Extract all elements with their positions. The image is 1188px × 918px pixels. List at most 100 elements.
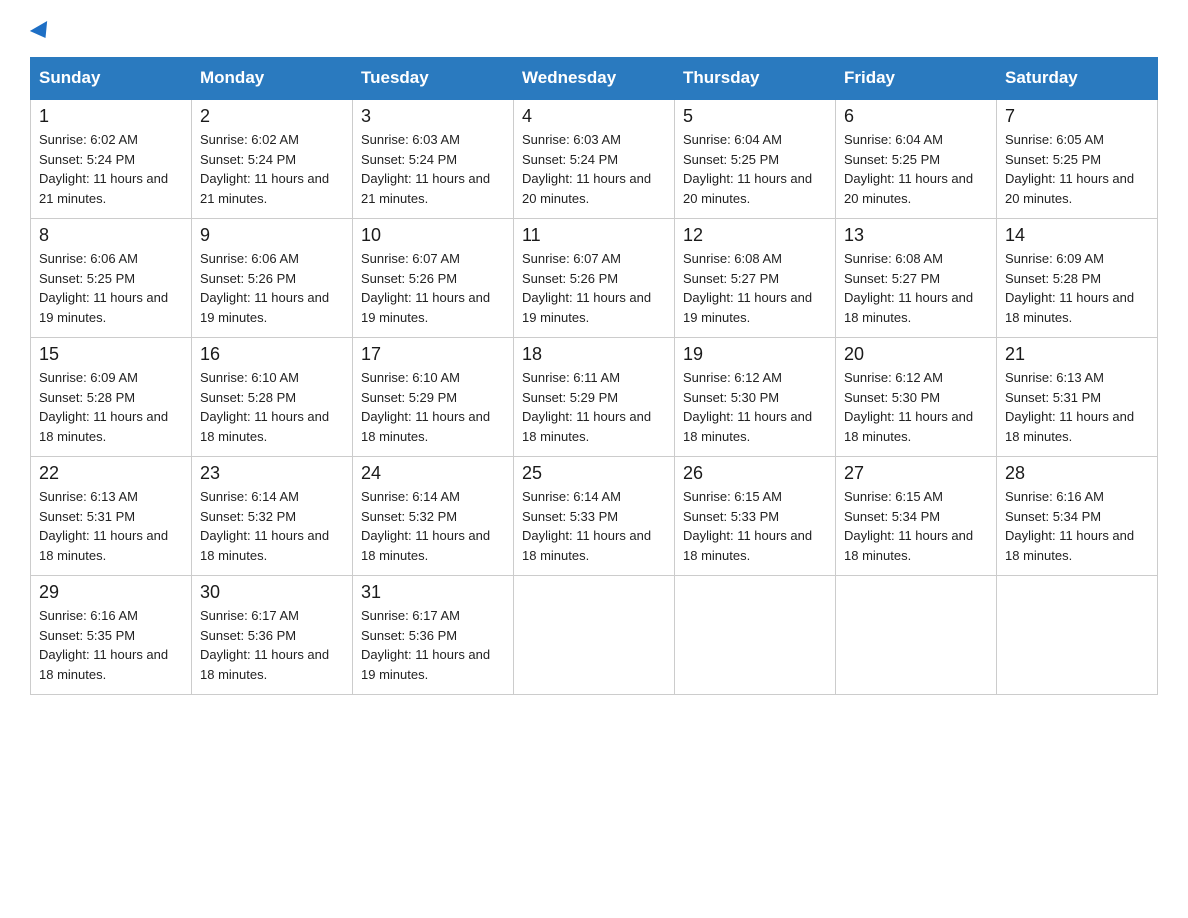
day-info: Sunrise: 6:02 AMSunset: 5:24 PMDaylight:… [39,130,183,208]
day-number: 2 [200,106,344,127]
day-info: Sunrise: 6:10 AMSunset: 5:29 PMDaylight:… [361,368,505,446]
calendar-cell: 28 Sunrise: 6:16 AMSunset: 5:34 PMDaylig… [997,457,1158,576]
day-number: 6 [844,106,988,127]
day-info: Sunrise: 6:07 AMSunset: 5:26 PMDaylight:… [361,249,505,327]
calendar-cell: 27 Sunrise: 6:15 AMSunset: 5:34 PMDaylig… [836,457,997,576]
header-sunday: Sunday [31,58,192,100]
calendar-cell: 25 Sunrise: 6:14 AMSunset: 5:33 PMDaylig… [514,457,675,576]
day-number: 13 [844,225,988,246]
day-number: 20 [844,344,988,365]
day-info: Sunrise: 6:06 AMSunset: 5:26 PMDaylight:… [200,249,344,327]
header-thursday: Thursday [675,58,836,100]
day-number: 29 [39,582,183,603]
calendar-cell: 21 Sunrise: 6:13 AMSunset: 5:31 PMDaylig… [997,338,1158,457]
day-number: 21 [1005,344,1149,365]
calendar-cell: 11 Sunrise: 6:07 AMSunset: 5:26 PMDaylig… [514,219,675,338]
day-number: 22 [39,463,183,484]
calendar-cell: 2 Sunrise: 6:02 AMSunset: 5:24 PMDayligh… [192,99,353,219]
day-info: Sunrise: 6:02 AMSunset: 5:24 PMDaylight:… [200,130,344,208]
calendar-cell: 5 Sunrise: 6:04 AMSunset: 5:25 PMDayligh… [675,99,836,219]
day-info: Sunrise: 6:03 AMSunset: 5:24 PMDaylight:… [361,130,505,208]
calendar-cell: 1 Sunrise: 6:02 AMSunset: 5:24 PMDayligh… [31,99,192,219]
calendar-cell [514,576,675,695]
day-number: 1 [39,106,183,127]
calendar-cell: 30 Sunrise: 6:17 AMSunset: 5:36 PMDaylig… [192,576,353,695]
header-friday: Friday [836,58,997,100]
day-number: 10 [361,225,505,246]
calendar-week-row: 29 Sunrise: 6:16 AMSunset: 5:35 PMDaylig… [31,576,1158,695]
header-tuesday: Tuesday [353,58,514,100]
calendar-cell: 16 Sunrise: 6:10 AMSunset: 5:28 PMDaylig… [192,338,353,457]
day-number: 28 [1005,463,1149,484]
calendar-cell: 31 Sunrise: 6:17 AMSunset: 5:36 PMDaylig… [353,576,514,695]
header-saturday: Saturday [997,58,1158,100]
logo-arrow-icon [30,21,54,43]
day-info: Sunrise: 6:15 AMSunset: 5:33 PMDaylight:… [683,487,827,565]
day-info: Sunrise: 6:08 AMSunset: 5:27 PMDaylight:… [683,249,827,327]
calendar-cell: 3 Sunrise: 6:03 AMSunset: 5:24 PMDayligh… [353,99,514,219]
calendar-cell: 20 Sunrise: 6:12 AMSunset: 5:30 PMDaylig… [836,338,997,457]
calendar-cell: 13 Sunrise: 6:08 AMSunset: 5:27 PMDaylig… [836,219,997,338]
page-header [30,20,1158,39]
day-info: Sunrise: 6:06 AMSunset: 5:25 PMDaylight:… [39,249,183,327]
day-info: Sunrise: 6:16 AMSunset: 5:35 PMDaylight:… [39,606,183,684]
day-info: Sunrise: 6:14 AMSunset: 5:32 PMDaylight:… [361,487,505,565]
calendar-cell: 29 Sunrise: 6:16 AMSunset: 5:35 PMDaylig… [31,576,192,695]
day-info: Sunrise: 6:12 AMSunset: 5:30 PMDaylight:… [683,368,827,446]
calendar-cell: 24 Sunrise: 6:14 AMSunset: 5:32 PMDaylig… [353,457,514,576]
day-number: 16 [200,344,344,365]
day-info: Sunrise: 6:16 AMSunset: 5:34 PMDaylight:… [1005,487,1149,565]
day-number: 4 [522,106,666,127]
day-info: Sunrise: 6:17 AMSunset: 5:36 PMDaylight:… [361,606,505,684]
calendar-cell [675,576,836,695]
calendar-cell: 22 Sunrise: 6:13 AMSunset: 5:31 PMDaylig… [31,457,192,576]
day-info: Sunrise: 6:04 AMSunset: 5:25 PMDaylight:… [683,130,827,208]
day-number: 11 [522,225,666,246]
calendar-cell: 4 Sunrise: 6:03 AMSunset: 5:24 PMDayligh… [514,99,675,219]
day-number: 25 [522,463,666,484]
day-number: 8 [39,225,183,246]
day-info: Sunrise: 6:13 AMSunset: 5:31 PMDaylight:… [1005,368,1149,446]
calendar-cell: 10 Sunrise: 6:07 AMSunset: 5:26 PMDaylig… [353,219,514,338]
calendar-week-row: 1 Sunrise: 6:02 AMSunset: 5:24 PMDayligh… [31,99,1158,219]
day-number: 23 [200,463,344,484]
calendar-cell: 26 Sunrise: 6:15 AMSunset: 5:33 PMDaylig… [675,457,836,576]
day-info: Sunrise: 6:17 AMSunset: 5:36 PMDaylight:… [200,606,344,684]
day-number: 31 [361,582,505,603]
day-number: 18 [522,344,666,365]
calendar-cell: 7 Sunrise: 6:05 AMSunset: 5:25 PMDayligh… [997,99,1158,219]
day-number: 12 [683,225,827,246]
calendar-cell [997,576,1158,695]
day-number: 24 [361,463,505,484]
calendar-cell: 6 Sunrise: 6:04 AMSunset: 5:25 PMDayligh… [836,99,997,219]
day-info: Sunrise: 6:09 AMSunset: 5:28 PMDaylight:… [39,368,183,446]
day-number: 5 [683,106,827,127]
day-number: 14 [1005,225,1149,246]
day-info: Sunrise: 6:15 AMSunset: 5:34 PMDaylight:… [844,487,988,565]
day-info: Sunrise: 6:12 AMSunset: 5:30 PMDaylight:… [844,368,988,446]
day-number: 30 [200,582,344,603]
day-info: Sunrise: 6:07 AMSunset: 5:26 PMDaylight:… [522,249,666,327]
day-info: Sunrise: 6:10 AMSunset: 5:28 PMDaylight:… [200,368,344,446]
calendar-cell [836,576,997,695]
day-number: 3 [361,106,505,127]
calendar-cell: 8 Sunrise: 6:06 AMSunset: 5:25 PMDayligh… [31,219,192,338]
calendar-week-row: 8 Sunrise: 6:06 AMSunset: 5:25 PMDayligh… [31,219,1158,338]
calendar-cell: 23 Sunrise: 6:14 AMSunset: 5:32 PMDaylig… [192,457,353,576]
day-info: Sunrise: 6:13 AMSunset: 5:31 PMDaylight:… [39,487,183,565]
calendar-cell: 18 Sunrise: 6:11 AMSunset: 5:29 PMDaylig… [514,338,675,457]
day-info: Sunrise: 6:05 AMSunset: 5:25 PMDaylight:… [1005,130,1149,208]
day-number: 27 [844,463,988,484]
day-number: 7 [1005,106,1149,127]
calendar-table: SundayMondayTuesdayWednesdayThursdayFrid… [30,57,1158,695]
calendar-week-row: 15 Sunrise: 6:09 AMSunset: 5:28 PMDaylig… [31,338,1158,457]
day-info: Sunrise: 6:14 AMSunset: 5:32 PMDaylight:… [200,487,344,565]
day-number: 15 [39,344,183,365]
logo [30,20,52,39]
calendar-cell: 12 Sunrise: 6:08 AMSunset: 5:27 PMDaylig… [675,219,836,338]
day-number: 26 [683,463,827,484]
day-info: Sunrise: 6:09 AMSunset: 5:28 PMDaylight:… [1005,249,1149,327]
day-number: 17 [361,344,505,365]
header-monday: Monday [192,58,353,100]
calendar-cell: 17 Sunrise: 6:10 AMSunset: 5:29 PMDaylig… [353,338,514,457]
